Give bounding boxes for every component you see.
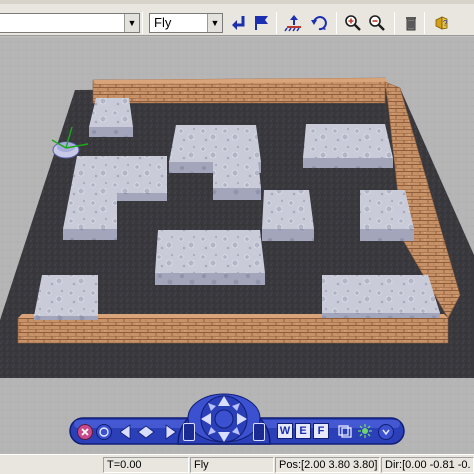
navigation-mode-select[interactable]: Fly ▼ bbox=[149, 13, 223, 33]
front-wall bbox=[17, 317, 449, 344]
status-position: Pos:[2.00 3.80 3.80] bbox=[275, 457, 380, 473]
flag-viewpoint-button[interactable] bbox=[250, 12, 272, 34]
collapse-dashboard-button[interactable] bbox=[378, 424, 394, 440]
block-top bbox=[360, 190, 414, 229]
rotate-icon bbox=[99, 427, 109, 437]
flag-viewpoint-icon bbox=[255, 16, 268, 30]
chevron-down-icon[interactable]: ▼ bbox=[207, 14, 222, 32]
block-top bbox=[262, 190, 314, 229]
block-top bbox=[155, 230, 265, 273]
fly-mode-button[interactable]: F bbox=[313, 423, 329, 439]
toolbar-separator bbox=[394, 12, 395, 34]
block-side bbox=[303, 158, 393, 168]
help-icon: ? bbox=[435, 16, 448, 30]
walk-mode-button[interactable]: W bbox=[277, 423, 293, 439]
pan-controls[interactable] bbox=[118, 422, 178, 442]
pan-arrows-icon bbox=[119, 424, 177, 440]
sun-icon bbox=[358, 424, 372, 438]
block-side bbox=[63, 229, 117, 240]
close-dashboard-button[interactable] bbox=[77, 424, 93, 440]
block-top bbox=[213, 160, 261, 188]
status-time: T=0.00 bbox=[103, 457, 189, 473]
undo-move-icon bbox=[311, 16, 327, 31]
block-top bbox=[322, 275, 440, 313]
toolbar-separator bbox=[336, 12, 337, 34]
viewpoints-icon bbox=[338, 425, 352, 438]
status-mode: Fly bbox=[190, 457, 274, 473]
help-button[interactable]: ? bbox=[430, 12, 452, 34]
main-toolbar: ▼ Fly ▼ ? bbox=[0, 0, 474, 36]
restore-viewpoint-button[interactable] bbox=[283, 12, 305, 34]
examine-mode-button[interactable]: E bbox=[295, 423, 311, 439]
block-side bbox=[322, 313, 440, 318]
block-top bbox=[34, 275, 98, 316]
block-side bbox=[262, 229, 314, 241]
headlight-button[interactable] bbox=[357, 423, 373, 439]
menu-strip-fragment bbox=[0, 0, 474, 4]
world-url-combo[interactable]: ▼ bbox=[0, 13, 140, 33]
viewpoints-button[interactable] bbox=[337, 423, 353, 439]
chevron-icon bbox=[382, 429, 390, 436]
zoom-out-icon bbox=[369, 15, 385, 31]
rotate-button[interactable] bbox=[96, 424, 112, 440]
navigation-mode-value: Fly bbox=[154, 15, 172, 30]
zoom-out-button[interactable] bbox=[366, 12, 388, 34]
zoom-in-button[interactable] bbox=[342, 12, 364, 34]
block-top bbox=[169, 125, 261, 162]
zoom-in-icon bbox=[345, 15, 361, 31]
block-top bbox=[89, 98, 133, 127]
go-to-viewpoint-icon bbox=[232, 16, 245, 30]
block-side bbox=[34, 316, 98, 320]
delete-icon bbox=[406, 17, 416, 31]
block-side bbox=[155, 273, 265, 285]
chevron-down-icon[interactable]: ▼ bbox=[124, 14, 139, 32]
undo-move-button[interactable] bbox=[308, 12, 330, 34]
delete-button[interactable] bbox=[400, 12, 422, 34]
status-bar: T=0.00 Fly Pos:[2.00 3.80 3.80] Dir:[0.0… bbox=[0, 454, 474, 474]
block-top bbox=[303, 124, 393, 158]
block-side bbox=[89, 127, 133, 137]
close-icon bbox=[81, 428, 89, 436]
toolbar-separator bbox=[142, 12, 143, 34]
block-side bbox=[117, 193, 167, 201]
status-direction: Dir:[0.00 -0.81 -0. bbox=[381, 457, 474, 473]
block-side bbox=[360, 229, 414, 241]
navigation-dashboard: W E F bbox=[0, 378, 474, 454]
toolbar-separator bbox=[424, 12, 425, 34]
block-side bbox=[213, 188, 261, 200]
restore-viewpoint-icon bbox=[284, 15, 301, 32]
compass-icon bbox=[200, 395, 248, 443]
go-to-viewpoint-button[interactable] bbox=[228, 12, 250, 34]
navigation-compass[interactable] bbox=[191, 388, 257, 448]
toolbar-separator bbox=[276, 12, 277, 34]
svg-text:?: ? bbox=[443, 19, 448, 28]
